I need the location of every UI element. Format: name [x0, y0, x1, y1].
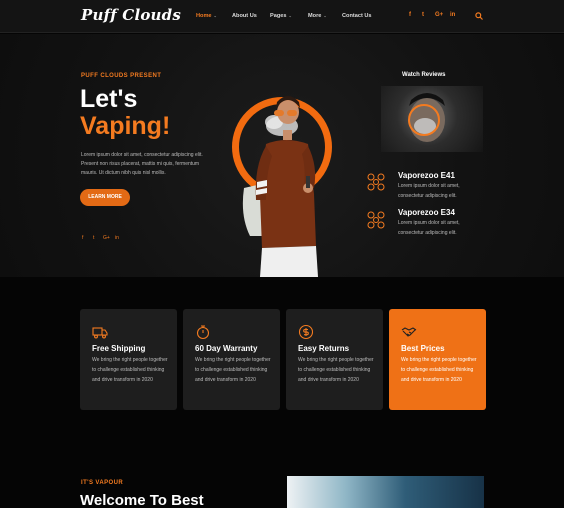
play-button[interactable]	[408, 104, 440, 136]
feature-title: Free Shipping	[92, 344, 146, 353]
feature-title: 60 Day Warranty	[195, 344, 258, 353]
feature-card-prices[interactable]: Best Prices We bring the right people to…	[389, 309, 486, 410]
feature-text: We bring the right people together to ch…	[401, 357, 477, 383]
logo[interactable]: Puff Clouds	[81, 6, 181, 24]
hero-title-line1: Let's	[80, 85, 138, 113]
feature-text: We bring the right people together to ch…	[92, 357, 168, 383]
nav-about[interactable]: About Us	[232, 13, 257, 19]
feature-card-shipping[interactable]: Free Shipping We bring the right people …	[80, 309, 177, 410]
nav-about-label: About Us	[232, 13, 257, 19]
twitter-icon[interactable]: t	[93, 235, 94, 241]
product-name[interactable]: Vaporezoo E34	[398, 208, 455, 217]
truck-icon	[92, 327, 108, 339]
product-description: Lorem ipsum dolor sit amet, consectetur …	[398, 220, 460, 236]
google-plus-icon[interactable]: G+	[103, 235, 110, 241]
hero-paragraph: Lorem ipsum dolor sit amet, consectetur …	[81, 152, 203, 176]
hero-eyebrow: PUFF CLOUDS PRESENT	[81, 73, 162, 79]
product-description: Lorem ipsum dolor sit amet, consectetur …	[398, 183, 460, 199]
section-eyebrow: IT'S VAPOUR	[81, 480, 124, 486]
dollar-return-icon	[298, 324, 314, 340]
stopwatch-icon	[196, 325, 210, 340]
product-name[interactable]: Vaporezoo E41	[398, 171, 455, 180]
chevron-down-icon: ⌄	[323, 13, 327, 18]
feature-text: We bring the right people together to ch…	[298, 357, 374, 383]
facebook-icon[interactable]: f	[82, 235, 83, 241]
chevron-down-icon: ⌄	[288, 13, 292, 18]
model-photo	[242, 96, 318, 277]
twitter-icon[interactable]: t	[422, 12, 424, 18]
feature-card-warranty[interactable]: 60 Day Warranty We bring the right peopl…	[183, 309, 280, 410]
nav-contact-label: Contact Us	[342, 13, 372, 19]
facebook-icon[interactable]: f	[409, 12, 411, 18]
section-title: Welcome To Best	[80, 492, 204, 508]
chevron-down-icon: ⌄	[213, 13, 217, 18]
nav-more[interactable]: More ⌄	[308, 13, 327, 19]
watch-reviews-title: Watch Reviews	[402, 72, 446, 78]
vape-product-icon	[367, 211, 385, 229]
nav-pages-label: Pages	[270, 13, 287, 19]
search-icon[interactable]	[475, 12, 483, 20]
section-image	[287, 476, 484, 508]
hero-title-line2: Vaping!	[80, 112, 171, 140]
google-plus-icon[interactable]: G+	[435, 12, 443, 18]
linkedin-icon[interactable]: in	[450, 12, 455, 18]
feature-text: We bring the right people together to ch…	[195, 357, 271, 383]
feature-title: Best Prices	[401, 344, 445, 353]
nav-home[interactable]: Home ⌄	[196, 13, 217, 19]
nav-pages[interactable]: Pages ⌄	[270, 13, 292, 19]
vape-product-icon	[367, 173, 385, 191]
feature-card-returns[interactable]: Easy Returns We bring the right people t…	[286, 309, 383, 410]
learn-more-button[interactable]: LEARN MORE	[80, 189, 130, 206]
nav-home-label: Home	[196, 13, 212, 19]
feature-title: Easy Returns	[298, 344, 350, 353]
linkedin-icon[interactable]: in	[115, 235, 119, 241]
nav-more-label: More	[308, 13, 322, 19]
nav-contact[interactable]: Contact Us	[342, 13, 372, 19]
handshake-icon	[401, 327, 417, 337]
